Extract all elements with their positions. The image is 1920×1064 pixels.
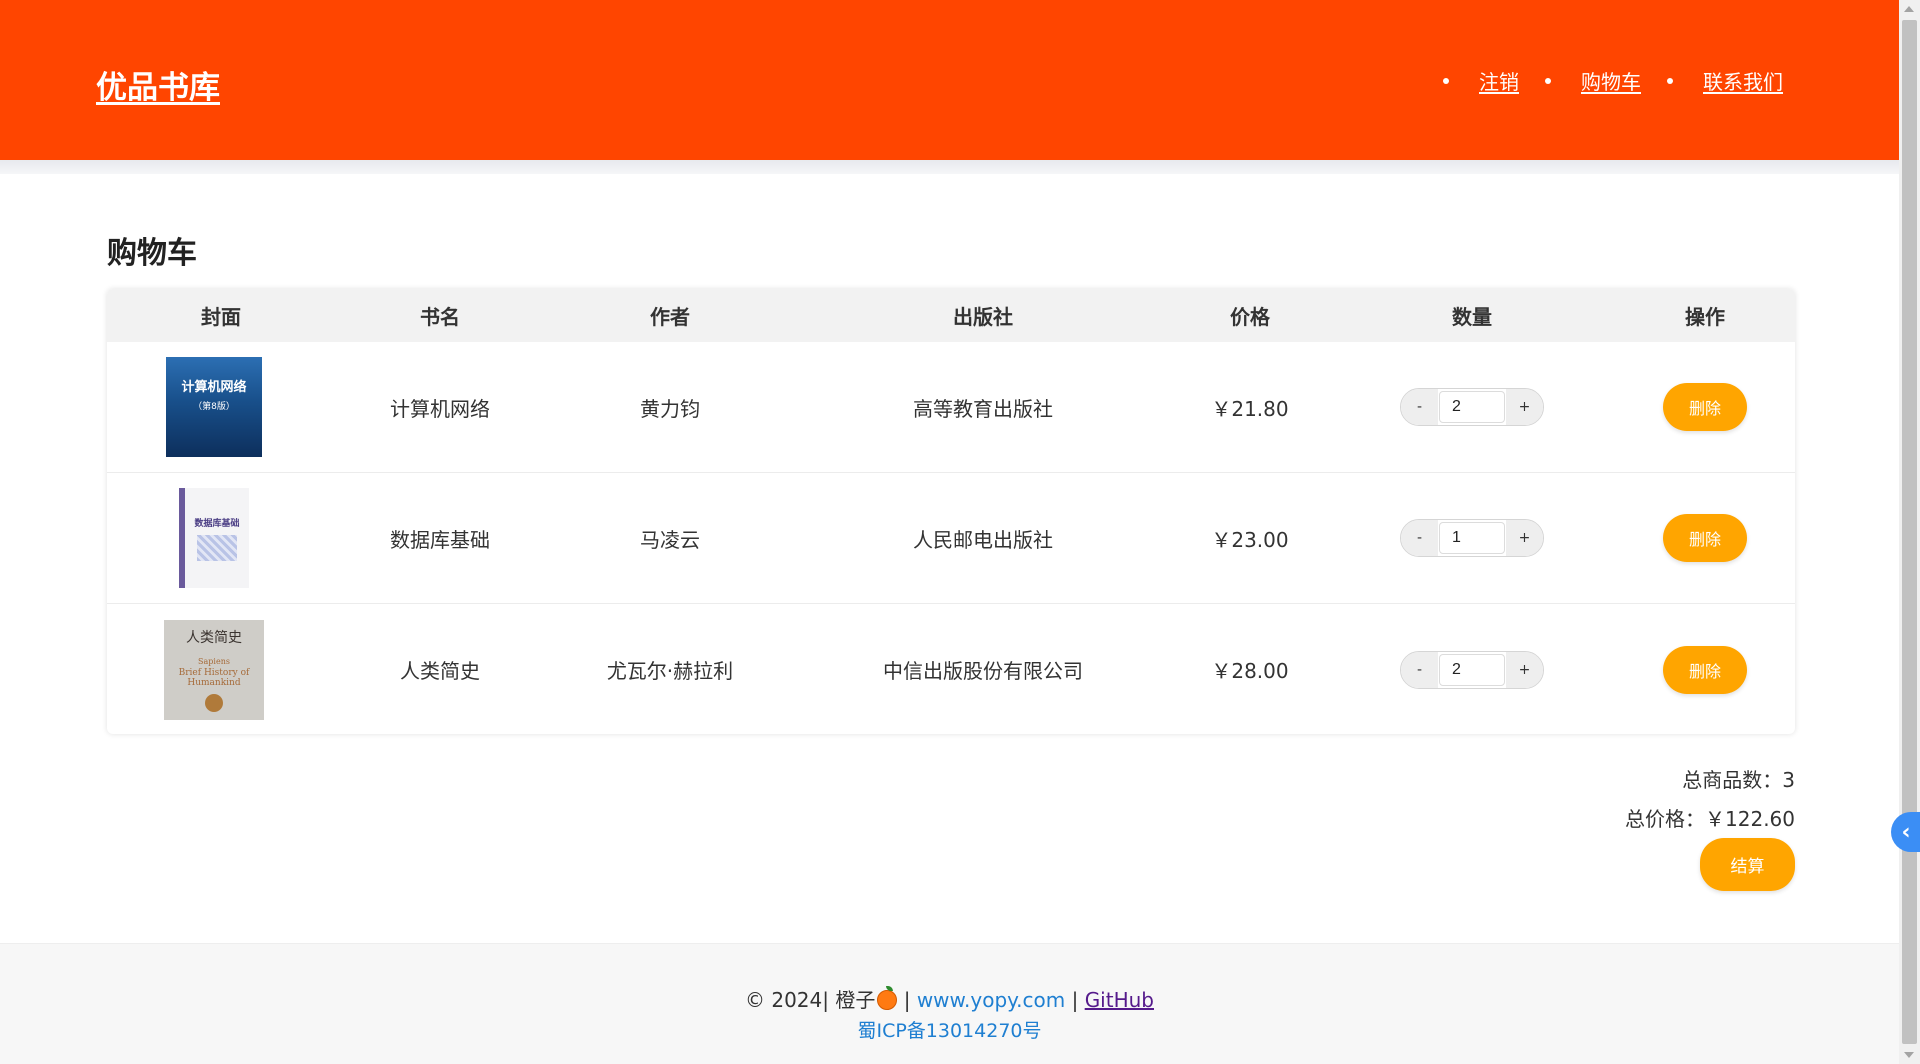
total-items: 总商品数：3 <box>1682 768 1795 792</box>
column-header-author: 作者 <box>650 305 690 329</box>
quantity-stepper: - + <box>1400 650 1544 689</box>
quantity-stepper: - + <box>1400 519 1544 557</box>
decrement-button[interactable]: - <box>1401 651 1438 688</box>
book-cover-image: 人类简史 Sapiens Brief History of Humankind <box>164 619 264 720</box>
cover-subtitle-2: Brief History of Humankind <box>178 668 250 688</box>
book-publisher: 中信出版股份有限公司 <box>883 659 1083 683</box>
table-row: 人类简史 Sapiens Brief History of Humankind … <box>107 604 1795 734</box>
increment-button[interactable]: + <box>1506 389 1543 425</box>
scrollbar-thumb[interactable] <box>1902 20 1917 1044</box>
book-publisher: 人民邮电出版社 <box>913 527 1053 552</box>
book-publisher: 高等教育出版社 <box>913 396 1053 421</box>
column-header-actions: 操作 <box>1685 305 1725 329</box>
column-header-cover: 封面 <box>201 305 241 329</box>
increment-button[interactable]: + <box>1506 651 1543 688</box>
nav-item-cart: 购物车 <box>1545 66 1641 95</box>
quantity-input[interactable] <box>1439 522 1505 554</box>
separator: | <box>1065 988 1085 1012</box>
delete-button[interactable]: 删除 <box>1663 383 1747 431</box>
quantity-input[interactable] <box>1439 653 1505 686</box>
book-price: ￥28.00 <box>1211 659 1289 683</box>
cover-illustration <box>197 534 237 561</box>
nav-link-logout[interactable]: 注销 <box>1479 66 1519 95</box>
nav-link-contact[interactable]: 联系我们 <box>1703 66 1783 95</box>
quantity-stepper: - + <box>1400 388 1544 426</box>
book-author: 马凌云 <box>640 527 700 552</box>
delete-button[interactable]: 删除 <box>1663 645 1747 694</box>
chevron-left-icon: ‹ <box>1901 819 1911 845</box>
book-cover-image: 数据库基础 <box>179 488 249 588</box>
book-price: ￥23.00 <box>1211 527 1289 552</box>
site-header: 优品书库 注销 购物车 联系我们 <box>0 0 1899 160</box>
book-price: ￥21.80 <box>1211 396 1289 421</box>
book-name: 人类简史 <box>400 659 480 683</box>
cover-title: 数据库基础 <box>194 518 240 529</box>
main-nav: 注销 购物车 联系我们 <box>1417 66 1783 95</box>
decrement-button[interactable]: - <box>1401 389 1438 425</box>
cart-table: 封面 书名 作者 出版社 价格 数量 操作 计算机网络 （第8版） 计算机网络 … <box>107 289 1795 734</box>
vertical-scrollbar[interactable] <box>1899 0 1920 1064</box>
table-header: 封面 书名 作者 出版社 价格 数量 操作 <box>107 289 1795 342</box>
table-row: 计算机网络 （第8版） 计算机网络 黄力钧 高等教育出版社 ￥21.80 - +… <box>107 342 1795 473</box>
book-cover-image: 计算机网络 （第8版） <box>166 357 262 457</box>
site-logo[interactable]: 优品书库 <box>96 62 220 107</box>
delete-button[interactable]: 删除 <box>1663 514 1747 562</box>
site-link[interactable]: www.yopy.com <box>917 988 1065 1012</box>
github-link[interactable]: GitHub <box>1085 988 1154 1012</box>
page-title: 购物车 <box>107 236 197 271</box>
book-author: 尤瓦尔·赫拉利 <box>606 659 734 683</box>
nav-item-contact: 联系我们 <box>1667 66 1783 95</box>
copyright-text: © 2024| 橙子 <box>745 988 876 1012</box>
nav-link-cart[interactable]: 购物车 <box>1581 66 1641 95</box>
increment-button[interactable]: + <box>1506 520 1543 556</box>
column-header-price: 价格 <box>1230 305 1270 329</box>
checkout-button[interactable]: 结算 <box>1700 838 1795 891</box>
orange-fruit-icon <box>877 986 898 1010</box>
book-author: 黄力钧 <box>640 396 700 421</box>
footer-credits: © 2024| 橙子 | www.yopy.com | GitHub <box>0 984 1899 1013</box>
decrement-button[interactable]: - <box>1401 520 1438 556</box>
cover-subtitle: Sapiens <box>198 657 230 666</box>
bullet-icon <box>1443 77 1449 84</box>
icp-link[interactable]: 蜀ICP备13014270号 <box>0 1016 1899 1043</box>
total-price: 总价格：￥122.60 <box>1625 807 1795 831</box>
table-row: 数据库基础 数据库基础 马凌云 人民邮电出版社 ￥23.00 - + 删除 <box>107 473 1795 604</box>
column-header-publisher: 出版社 <box>953 305 1013 329</box>
cover-subtitle: （第8版） <box>193 402 235 412</box>
cover-seal-icon <box>205 694 223 712</box>
scroll-down-arrow-icon[interactable] <box>1904 1052 1914 1058</box>
side-panel-toggle[interactable]: ‹ <box>1891 812 1920 852</box>
book-name: 数据库基础 <box>390 527 490 552</box>
cover-title: 人类简史 <box>186 630 242 646</box>
separator: | <box>897 988 917 1012</box>
column-header-name: 书名 <box>420 305 460 329</box>
header-divider <box>0 160 1899 174</box>
scroll-up-arrow-icon[interactable] <box>1904 6 1914 12</box>
site-footer: © 2024| 橙子 | www.yopy.com | GitHub 蜀ICP备… <box>0 943 1899 1064</box>
quantity-input[interactable] <box>1439 391 1505 423</box>
nav-item-logout: 注销 <box>1443 66 1519 95</box>
book-name: 计算机网络 <box>390 396 490 421</box>
column-header-quantity: 数量 <box>1452 305 1492 329</box>
bullet-icon <box>1545 77 1551 84</box>
bullet-icon <box>1667 77 1673 84</box>
cover-title: 计算机网络 <box>181 380 247 395</box>
